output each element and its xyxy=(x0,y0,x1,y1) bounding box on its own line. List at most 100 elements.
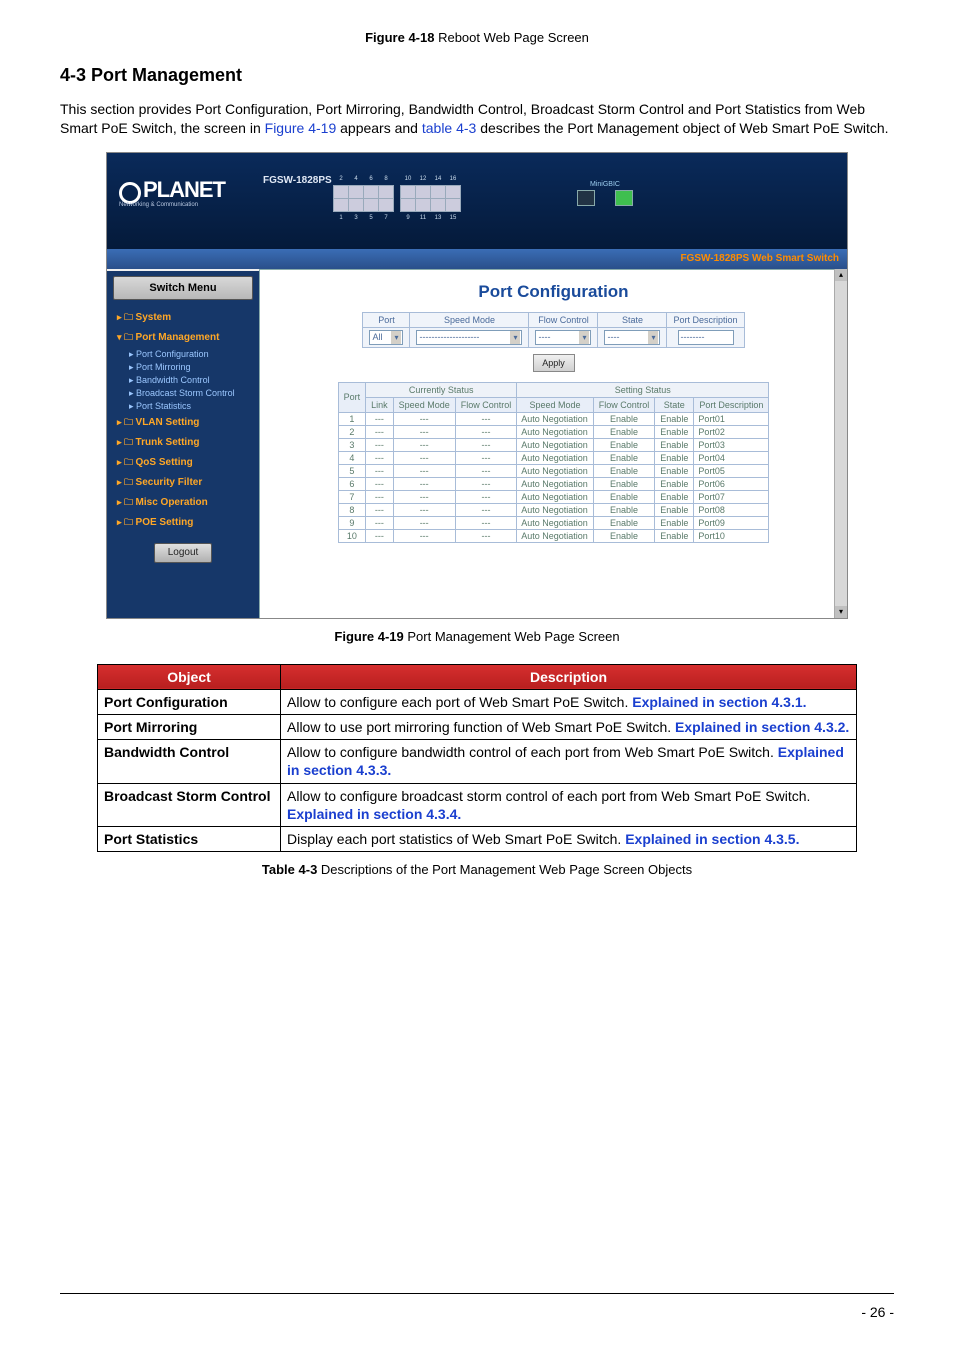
table-row: Port StatisticsDisplay each port statist… xyxy=(98,826,857,851)
th-description: Description xyxy=(281,664,857,689)
port-icon xyxy=(401,198,416,211)
logo-sub: Networking & Communication xyxy=(119,202,249,208)
table-row: 4---------Auto NegotiationEnableEnablePo… xyxy=(338,451,769,464)
sidebar-sub-broadcast-storm-control[interactable]: Broadcast Storm Control xyxy=(107,387,259,400)
content-title: Port Configuration xyxy=(260,270,847,312)
port-icon xyxy=(364,198,379,211)
section-link[interactable]: Explained in section 4.3.4. xyxy=(287,806,461,822)
table-row: 9---------Auto NegotiationEnableEnablePo… xyxy=(338,516,769,529)
apply-button[interactable]: Apply xyxy=(533,354,575,372)
content-pane: Port Configuration Port Speed Mode Flow … xyxy=(259,269,847,618)
cfg-h-speed: Speed Mode xyxy=(410,312,529,327)
status-table: Port Currently Status Setting Status Lin… xyxy=(338,382,770,543)
intro-paragraph: This section provides Port Configuration… xyxy=(60,100,894,138)
table-43-caption: Table 4-3 Descriptions of the Port Manag… xyxy=(60,862,894,877)
mini-port-icon xyxy=(615,190,633,206)
scroll-down-icon[interactable]: ▾ xyxy=(835,606,847,618)
sh-state: State xyxy=(655,397,694,412)
cfg-h-desc: Port Description xyxy=(667,312,744,327)
table-row: 10---------Auto NegotiationEnableEnableP… xyxy=(338,529,769,542)
sidebar-item-misc-operation[interactable]: Misc Operation xyxy=(107,493,259,513)
figure-419-caption: Figure 4-19 Port Management Web Page Scr… xyxy=(60,629,894,644)
desc-input[interactable]: -------- xyxy=(678,330,734,345)
sidebar-item-port-management[interactable]: Port Management xyxy=(107,328,259,348)
port-icon xyxy=(446,185,461,198)
menu-header: Switch Menu xyxy=(113,276,253,300)
speed-select[interactable]: -------------------- xyxy=(416,330,522,345)
fig418-bold: Figure 4-18 xyxy=(365,30,434,45)
table-row: Broadcast Storm ControlAllow to configur… xyxy=(98,783,857,826)
intro-t2: appears and xyxy=(336,120,422,136)
section-heading: 4-3 Port Management xyxy=(60,65,894,86)
link-table43[interactable]: table 4-3 xyxy=(422,120,476,136)
title-bar: FGSW-1828PS Web Smart Switch xyxy=(107,249,847,269)
sh-setting: Setting Status xyxy=(517,382,769,397)
flow-select[interactable]: ---- xyxy=(535,330,591,345)
table-row: Bandwidth ControlAllow to configure band… xyxy=(98,740,857,783)
table-row: 2---------Auto NegotiationEnableEnablePo… xyxy=(338,425,769,438)
scrollbar[interactable]: ▴ ▾ xyxy=(834,269,847,618)
sidebar-sub-bandwidth-control[interactable]: Bandwidth Control xyxy=(107,374,259,387)
cfg-h-port: Port xyxy=(363,312,410,327)
logo-text: PLANET xyxy=(143,177,225,202)
screenshot-port-management: PLANET Networking & Communication FGSW-1… xyxy=(106,152,848,619)
intro-t3: describes the Port Management object of … xyxy=(476,120,888,136)
sh-flow1: Flow Control xyxy=(455,397,517,412)
th-object: Object xyxy=(98,664,281,689)
sidebar-item-vlan-setting[interactable]: VLAN Setting xyxy=(107,413,259,433)
cfg-h-flow: Flow Control xyxy=(529,312,598,327)
table-row: 5---------Auto NegotiationEnableEnablePo… xyxy=(338,464,769,477)
minigbic-label: MiniGBIC xyxy=(577,181,633,188)
sh-currently: Currently Status xyxy=(366,382,517,397)
scroll-up-icon[interactable]: ▴ xyxy=(835,269,847,281)
port-icon xyxy=(446,198,461,211)
port-diagram: 24681357101214169111315 xyxy=(333,173,461,224)
port-icon xyxy=(349,198,364,211)
footer-rule xyxy=(60,1293,894,1294)
table-row: 1---------Auto NegotiationEnableEnablePo… xyxy=(338,412,769,425)
minigbic-block: MiniGBIC xyxy=(577,181,633,206)
state-select[interactable]: ---- xyxy=(604,330,660,345)
section-link[interactable]: Explained in section 4.3.3. xyxy=(287,744,844,778)
port-icon xyxy=(416,185,431,198)
sidebar-item-system[interactable]: System xyxy=(107,308,259,328)
config-controls-table: Port Speed Mode Flow Control State Port … xyxy=(362,312,744,348)
sidebar-sub-port-mirroring[interactable]: Port Mirroring xyxy=(107,361,259,374)
port-select[interactable]: All xyxy=(369,330,403,345)
model-label: FGSW-1828PS xyxy=(263,175,332,186)
sidebar-item-qos-setting[interactable]: QoS Setting xyxy=(107,453,259,473)
sidebar-item-trunk-setting[interactable]: Trunk Setting xyxy=(107,433,259,453)
sh-speed2: Speed Mode xyxy=(517,397,594,412)
globe-icon xyxy=(119,182,141,204)
sidebar-sub-port-configuration[interactable]: Port Configuration xyxy=(107,348,259,361)
section-link[interactable]: Explained in section 4.3.2. xyxy=(675,719,849,735)
switch-menu-sidebar: Switch Menu SystemPort ManagementPort Co… xyxy=(107,271,259,618)
table-row: 8---------Auto NegotiationEnableEnablePo… xyxy=(338,503,769,516)
sh-link: Link xyxy=(366,397,394,412)
port-icon xyxy=(379,185,394,198)
port-icon xyxy=(334,185,349,198)
planet-logo: PLANET Networking & Communication xyxy=(119,177,249,223)
table-row: Port MirroringAllow to use port mirrorin… xyxy=(98,714,857,739)
fig419-bold: Figure 4-19 xyxy=(334,629,403,644)
sidebar-sub-port-statistics[interactable]: Port Statistics xyxy=(107,400,259,413)
figure-418-caption: Figure 4-18 Reboot Web Page Screen xyxy=(60,30,894,45)
section-link[interactable]: Explained in section 4.3.5. xyxy=(625,831,799,847)
sh-speed1: Speed Mode xyxy=(393,397,455,412)
table-row: 3---------Auto NegotiationEnableEnablePo… xyxy=(338,438,769,451)
sidebar-item-security-filter[interactable]: Security Filter xyxy=(107,473,259,493)
tbl43-text: Descriptions of the Port Management Web … xyxy=(317,862,692,877)
table-row: 6---------Auto NegotiationEnableEnablePo… xyxy=(338,477,769,490)
link-fig419[interactable]: Figure 4-19 xyxy=(265,120,337,136)
sh-flow2: Flow Control xyxy=(593,397,655,412)
sidebar-item-poe-setting[interactable]: POE Setting xyxy=(107,513,259,533)
table-row: Port ConfigurationAllow to configure eac… xyxy=(98,689,857,714)
logout-button[interactable]: Logout xyxy=(154,543,212,563)
port-icon xyxy=(364,185,379,198)
page-number: - 26 - xyxy=(861,1304,894,1320)
fig418-text: Reboot Web Page Screen xyxy=(434,30,588,45)
table-row: 7---------Auto NegotiationEnableEnablePo… xyxy=(338,490,769,503)
section-link[interactable]: Explained in section 4.3.1. xyxy=(632,694,806,710)
tbl43-bold: Table 4-3 xyxy=(262,862,317,877)
sh-desc: Port Description xyxy=(694,397,769,412)
